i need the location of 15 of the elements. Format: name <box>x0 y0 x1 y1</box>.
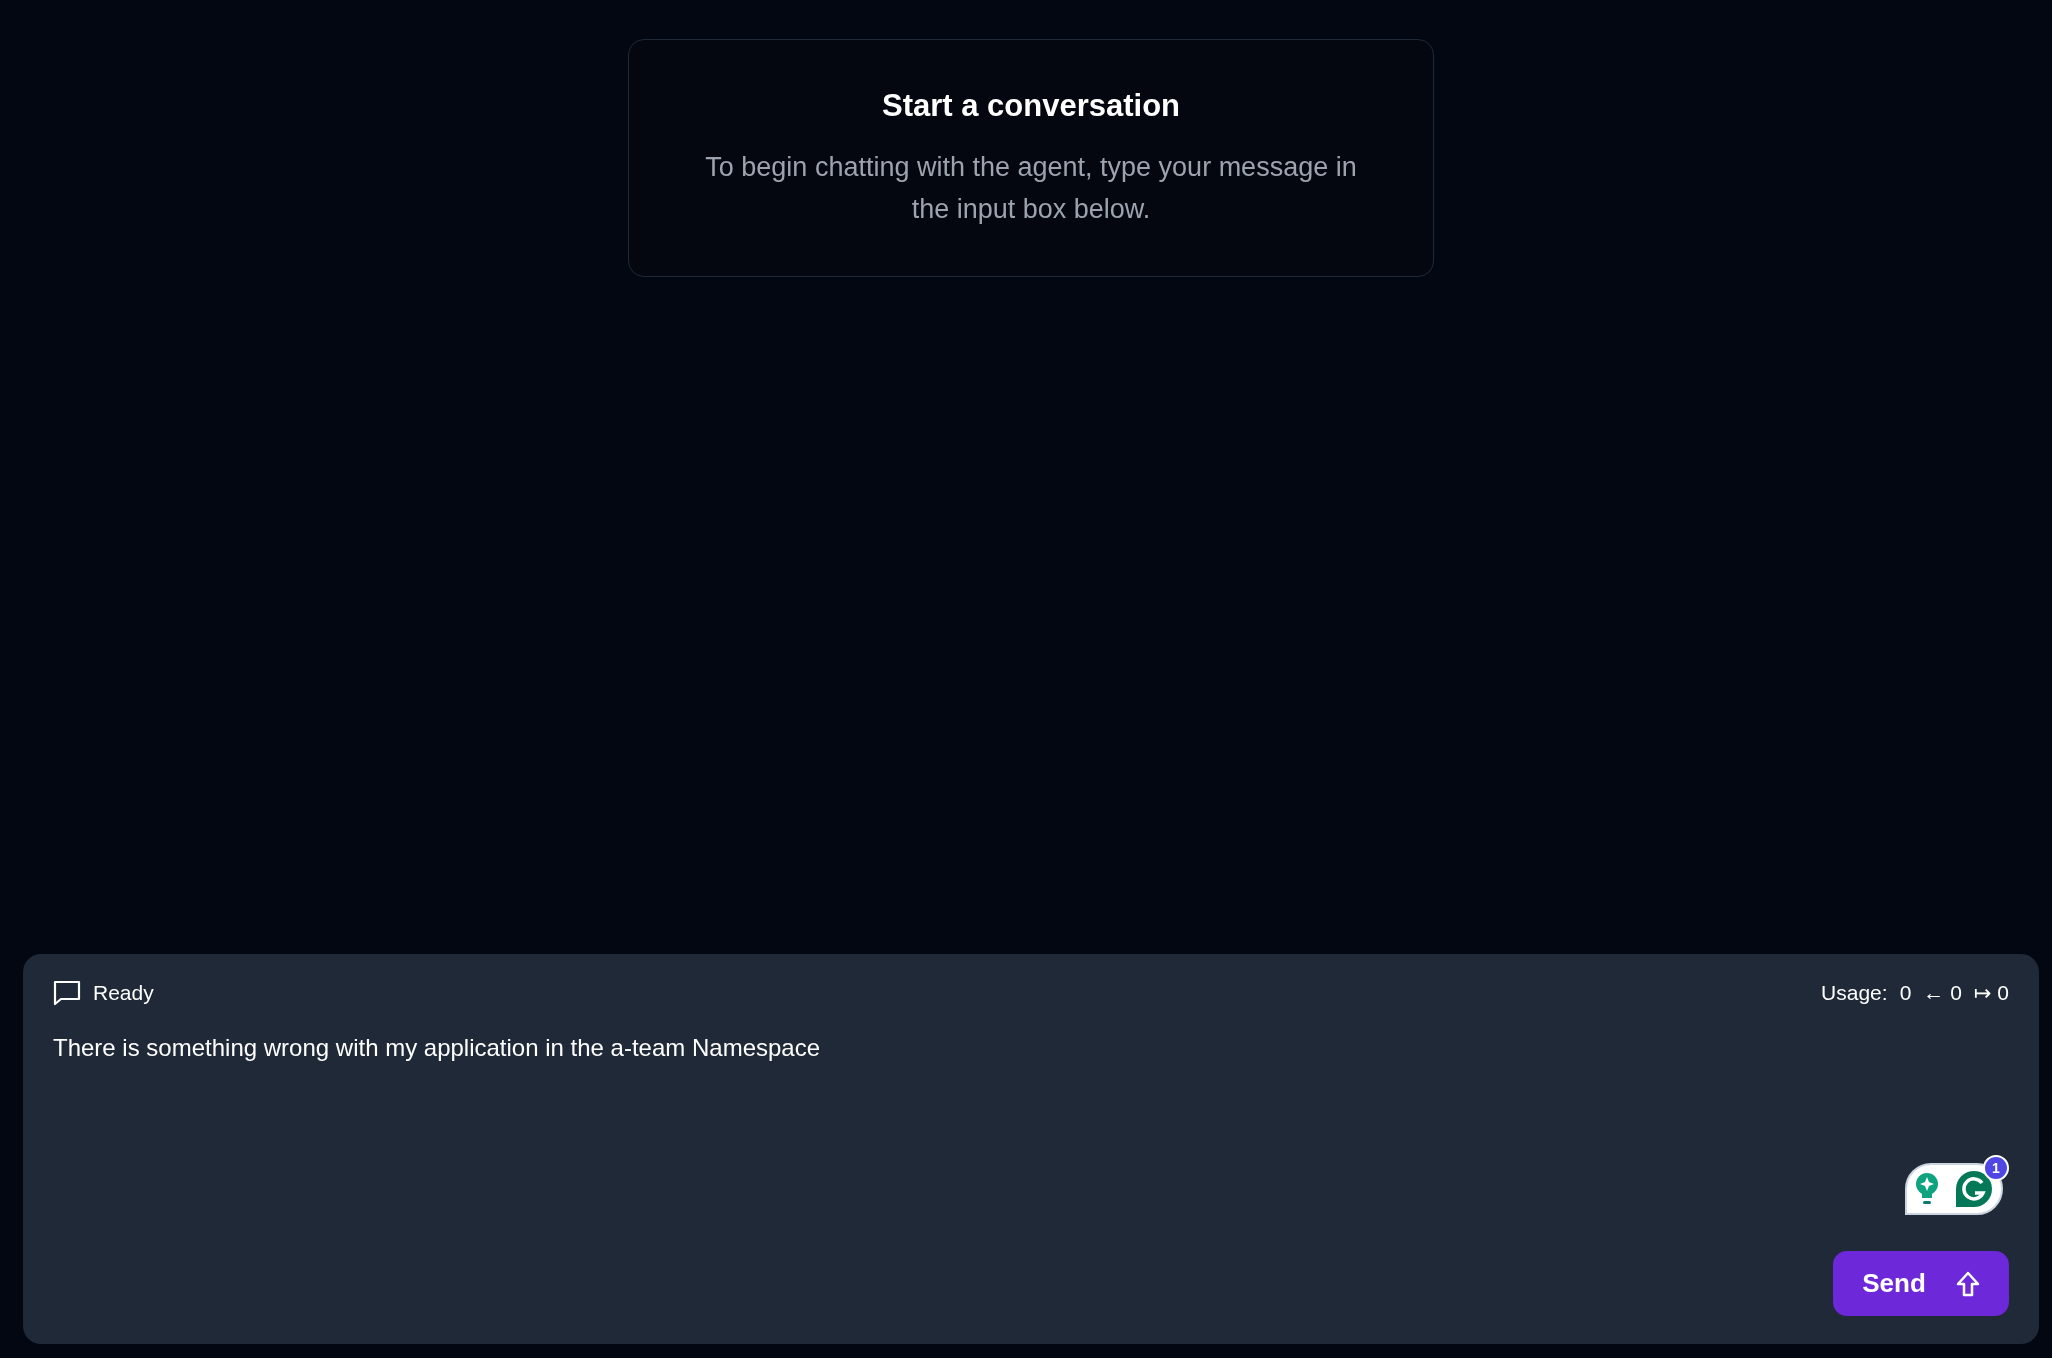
send-button[interactable]: Send <box>1833 1251 2009 1316</box>
intro-text: To begin chatting with the agent, type your message in the input box below. <box>704 151 1358 226</box>
notification-badge: 1 <box>1983 1155 2009 1181</box>
arrow-up-icon <box>1955 1270 1980 1297</box>
intro-title: Start a conversation <box>881 88 1180 124</box>
usage-total: 0 <box>1899 981 1912 1005</box>
lightbulb-icon <box>1915 1172 1939 1206</box>
status-text: Ready <box>93 981 154 1005</box>
output-tokens: ↦ 0 <box>1973 981 2009 1005</box>
chat-bubble-icon <box>53 980 81 1006</box>
input-tokens: ← 0 <box>1923 981 1962 1005</box>
message-composer[interactable]: Ready Usage: 0 ← 0 ↦ 0 There is something wrong with my application in the a-team Namespace 1 Send <box>23 954 2039 1344</box>
g-logo-icon <box>1955 1170 1993 1208</box>
writing-assistant-widget[interactable] <box>1905 1163 2003 1215</box>
usage-label: Usage: <box>1821 981 1888 1005</box>
